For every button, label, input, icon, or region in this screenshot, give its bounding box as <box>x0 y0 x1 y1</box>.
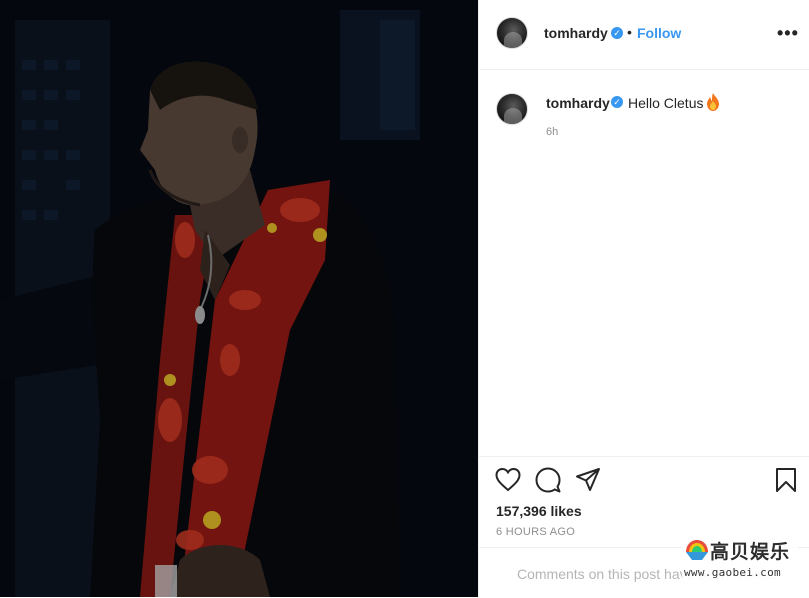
likes-count[interactable]: 157,396 likes <box>496 503 582 519</box>
caption-text: Hello Cletus <box>628 95 704 111</box>
caption-time[interactable]: 6h <box>546 126 558 138</box>
watermark-name: 高贝娱乐 <box>710 541 791 563</box>
watermark-url: www.gaobei.com <box>684 566 781 579</box>
post-header: tomhardy ✓ • Follow ••• <box>479 0 809 70</box>
fire-emoji-icon <box>707 93 719 111</box>
verified-badge-icon: ✓ <box>611 96 623 108</box>
heart-icon[interactable] <box>495 467 521 493</box>
site-watermark: 高贝娱乐 www.gaobei.com <box>682 535 798 583</box>
author-avatar[interactable] <box>496 17 528 49</box>
post-side-panel: tomhardy ✓ • Follow ••• tomhardy ✓ Hello… <box>478 0 809 597</box>
instagram-post: tomhardy ✓ • Follow ••• tomhardy ✓ Hello… <box>0 0 809 597</box>
verified-badge-icon: ✓ <box>611 27 623 39</box>
caption-username[interactable]: tomhardy <box>546 95 610 111</box>
header-separator: • <box>627 24 632 40</box>
posted-time[interactable]: 6 HOURS AGO <box>496 526 575 538</box>
bookmark-icon[interactable] <box>773 467 799 493</box>
share-icon[interactable] <box>575 467 601 493</box>
comment-icon[interactable] <box>535 467 561 493</box>
post-photo[interactable] <box>0 0 478 597</box>
caption-author-avatar[interactable] <box>496 93 528 125</box>
author-username[interactable]: tomhardy <box>544 25 608 41</box>
post-photo-image <box>0 0 478 597</box>
more-options-icon[interactable]: ••• <box>777 23 798 43</box>
watermark-logo-icon <box>686 540 708 560</box>
follow-button[interactable]: Follow <box>637 25 681 41</box>
